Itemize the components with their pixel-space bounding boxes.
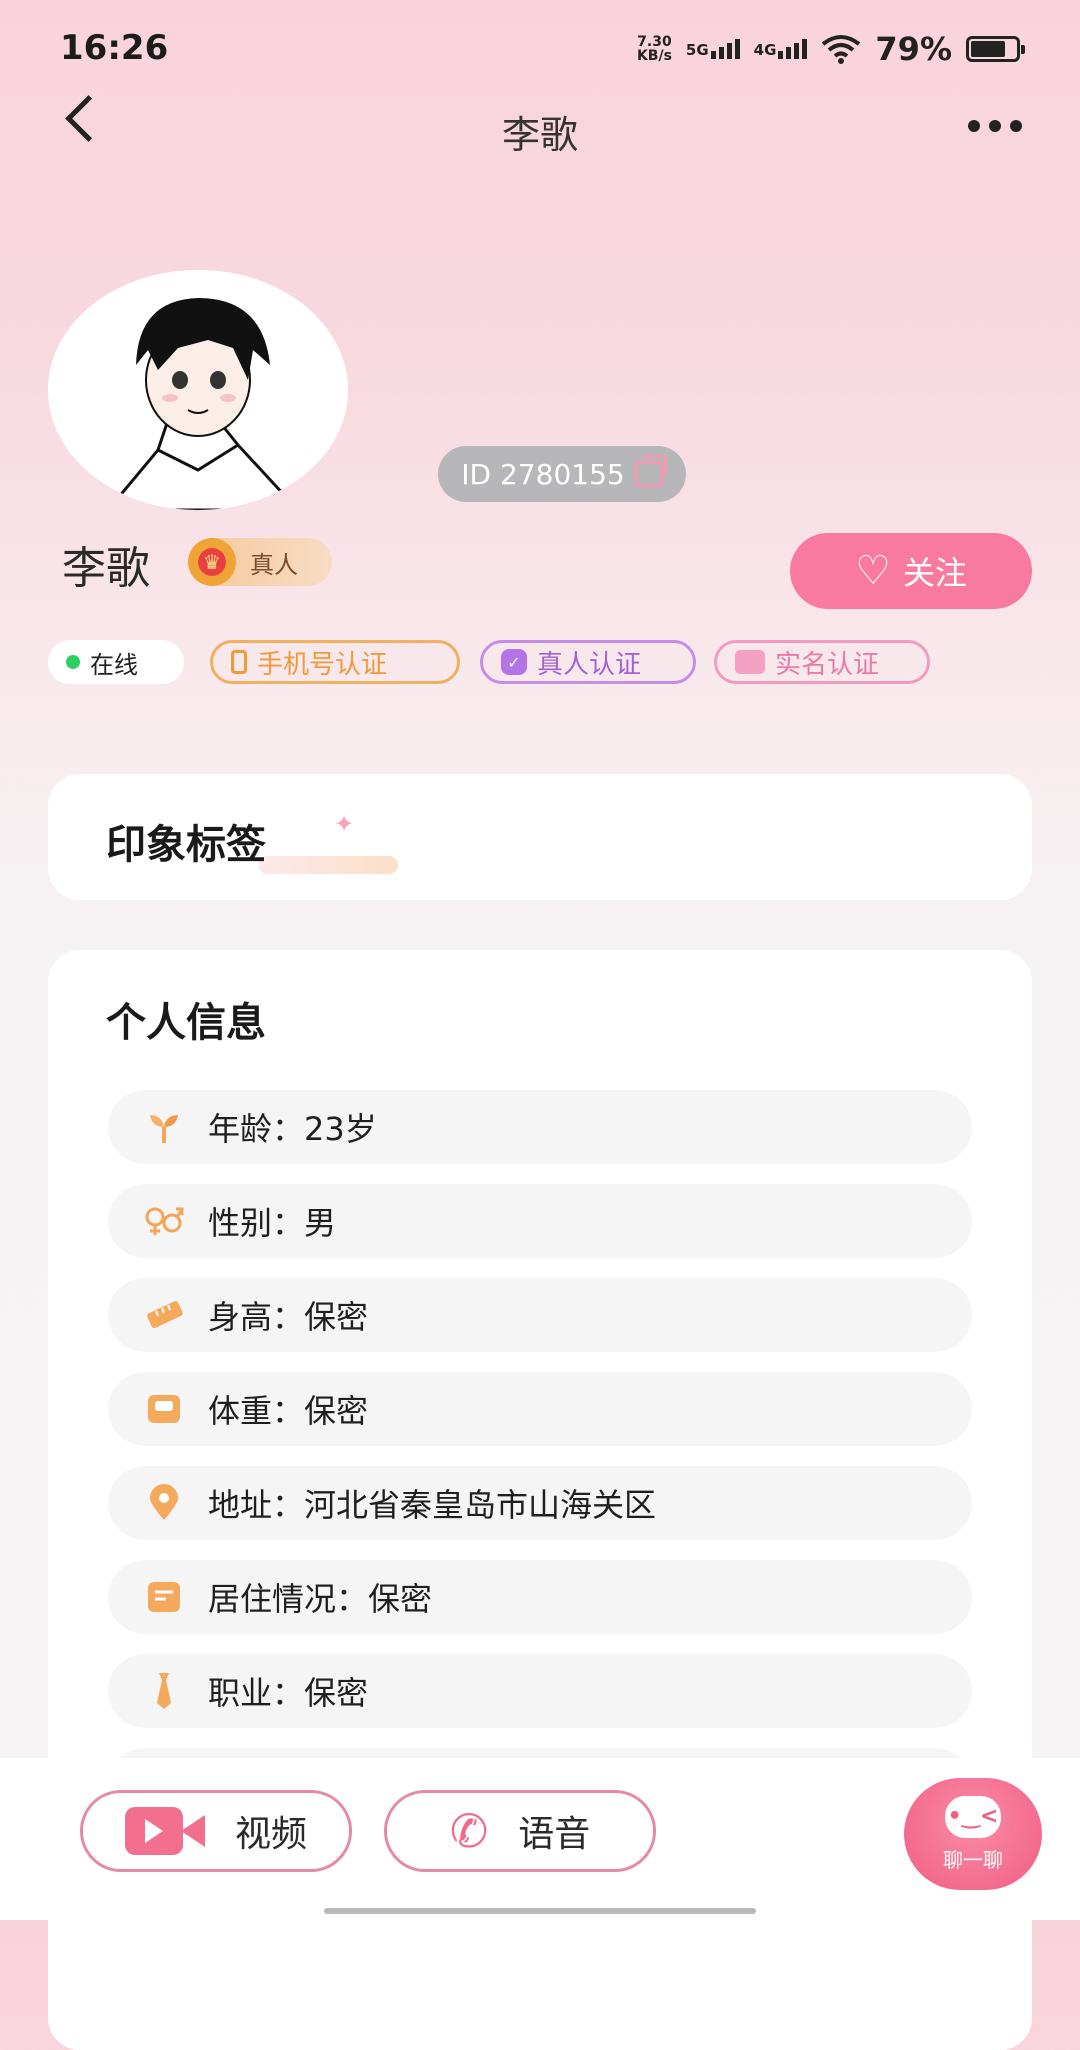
voice-call-label: 语音 xyxy=(518,1814,591,1855)
battery-icon xyxy=(966,36,1025,62)
realname-verified-tag: 实名认证 xyxy=(714,640,930,684)
chat-button[interactable]: •‿< 聊一聊 xyxy=(904,1778,1042,1890)
info-gender-text: 性别：男 xyxy=(208,1204,337,1242)
verified-badge-icon: ✓ xyxy=(501,649,527,675)
info-row-residence: 居住情况：保密 xyxy=(108,1560,972,1634)
user-name: 李歌 xyxy=(62,543,150,594)
user-id-pill[interactable]: ID 2780155 xyxy=(438,446,686,502)
info-row-age: 年龄：23岁 xyxy=(108,1090,972,1164)
tie-icon xyxy=(144,1671,184,1711)
info-address-text: 地址：河北省秦皇岛市山海关区 xyxy=(208,1486,657,1524)
scale-icon xyxy=(144,1389,184,1429)
info-age-text: 年龄：23岁 xyxy=(208,1110,377,1148)
online-status-tag: 在线 xyxy=(48,640,184,684)
chat-label: 聊一聊 xyxy=(943,1847,1003,1872)
real-person-verified-tag: ✓ 真人认证 xyxy=(480,640,696,684)
home-indicator[interactable] xyxy=(324,1908,756,1914)
user-id: ID 2780155 xyxy=(461,457,625,491)
status-icons: 7.30 KB/s 5G 4G 79% xyxy=(637,30,1025,68)
page-title: 李歌 xyxy=(501,113,578,157)
sparkle-icon: ✦ xyxy=(334,810,355,838)
online-status-label: 在线 xyxy=(90,650,138,679)
phone-icon xyxy=(231,650,247,674)
crown-shield-icon: ♛ xyxy=(188,538,236,586)
impression-tags-title: 印象标签 xyxy=(106,822,266,868)
phone-call-icon: ✆ xyxy=(449,1804,489,1858)
copy-icon[interactable] xyxy=(634,455,667,487)
signal-5g-label: 5G xyxy=(685,41,709,59)
house-icon xyxy=(144,1577,184,1617)
network-speed-value: 7.30 xyxy=(637,34,672,50)
gender-icon xyxy=(144,1201,184,1241)
follow-button[interactable]: ♡ 关注 xyxy=(790,533,1032,609)
ruler-icon xyxy=(144,1295,184,1335)
video-call-button[interactable]: 视频 xyxy=(80,1790,352,1872)
real-person-badge-label: 真人 xyxy=(250,550,298,579)
status-time: 16:26 xyxy=(60,28,169,68)
video-call-label: 视频 xyxy=(234,1814,307,1855)
avatar-illustration xyxy=(48,270,348,510)
id-card-icon xyxy=(735,650,765,674)
info-residence-text: 居住情况：保密 xyxy=(208,1580,433,1618)
impression-tags-card: 印象标签 ✦ xyxy=(48,774,1032,900)
info-occupation-text: 职业：保密 xyxy=(208,1674,369,1712)
phone-verified-tag: 手机号认证 xyxy=(210,640,460,684)
avatar[interactable] xyxy=(48,270,348,510)
real-person-verified-label: 真人认证 xyxy=(537,649,642,680)
network-speed-unit: KB/s xyxy=(636,48,672,64)
wifi-icon xyxy=(822,35,861,64)
info-row-height: 身高：保密 xyxy=(108,1278,972,1352)
phone-verified-label: 手机号认证 xyxy=(257,649,388,680)
personal-info-title: 个人信息 xyxy=(106,1000,266,1046)
video-camera-icon xyxy=(124,1807,205,1855)
heart-plus-icon: ♡ xyxy=(855,548,891,594)
location-pin-icon xyxy=(144,1483,184,1523)
wink-face-icon: •‿< xyxy=(945,1795,1001,1838)
title-decoration xyxy=(258,856,398,874)
info-row-gender: 性别：男 xyxy=(108,1184,972,1258)
more-dots-icon[interactable] xyxy=(968,120,1022,132)
info-height-text: 身高：保密 xyxy=(208,1298,369,1336)
network-speed: 7.30 KB/s xyxy=(637,35,672,63)
signal-4g-icon: 4G xyxy=(754,39,808,59)
follow-label: 关注 xyxy=(902,554,967,592)
signal-5g-icon: 5G xyxy=(686,39,740,59)
real-person-badge: ♛ 真人 xyxy=(188,538,332,586)
info-row-address: 地址：河北省秦皇岛市山海关区 xyxy=(108,1466,972,1540)
info-row-weight: 体重：保密 xyxy=(108,1372,972,1446)
info-weight-text: 体重：保密 xyxy=(208,1392,369,1430)
realname-verified-label: 实名认证 xyxy=(775,649,880,680)
voice-call-button[interactable]: ✆ 语音 xyxy=(384,1790,656,1872)
online-dot-icon xyxy=(66,655,80,669)
battery-percent: 79% xyxy=(875,30,952,68)
sprout-icon xyxy=(144,1107,184,1147)
info-row-occupation: 职业：保密 xyxy=(108,1654,972,1728)
signal-4g-label: 4G xyxy=(753,41,777,59)
